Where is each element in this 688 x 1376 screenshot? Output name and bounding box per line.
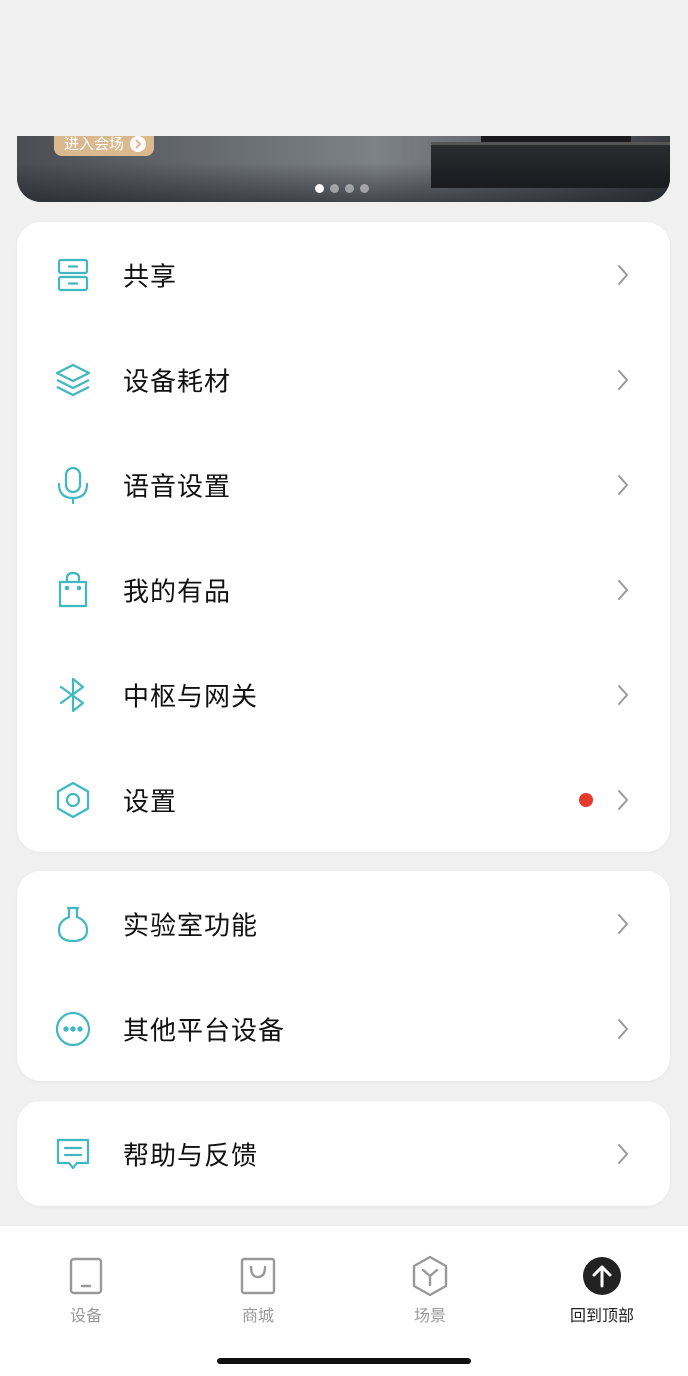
shop-bag-icon (238, 1256, 278, 1296)
menu-card-help: 帮助与反馈 (17, 1101, 670, 1206)
tab-label: 设备 (69, 1306, 102, 1325)
scene-cube-icon (410, 1255, 450, 1297)
share-drawer-icon (53, 255, 93, 295)
chevron-right-icon (615, 368, 631, 392)
device-icon (66, 1256, 106, 1296)
tab-devices[interactable]: 设备 (26, 1256, 146, 1326)
menu-card-labs: 实验室功能 其他平台设备 (17, 871, 670, 1081)
pagination-dot[interactable] (315, 184, 324, 193)
menu-item-my-youpin[interactable]: 我的有品 (17, 537, 670, 642)
menu-item-other-platform-devices[interactable]: 其他平台设备 (17, 976, 670, 1081)
menu-item-lab-features[interactable]: 实验室功能 (17, 871, 670, 976)
more-dots-icon (53, 1009, 93, 1049)
menu-item-hub-gateway[interactable]: 中枢与网关 (17, 642, 670, 747)
menu-item-voice-settings[interactable]: 语音设置 (17, 432, 670, 537)
menu-item-label: 我的有品 (123, 577, 232, 607)
banner-pagination (315, 184, 369, 193)
notification-badge (579, 792, 593, 807)
chevron-right-icon (615, 473, 631, 497)
menu-card-main: 共享 设备耗材 语音设置 我的有品 中枢与网关 设置 (17, 222, 670, 852)
chevron-right-icon (615, 788, 631, 812)
chevron-right-icon (130, 136, 147, 152)
menu-item-label: 设置 (123, 787, 178, 817)
menu-item-label: 实验室功能 (123, 911, 259, 941)
pagination-dot[interactable] (330, 184, 339, 193)
promo-banner[interactable]: 进入会场 (17, 136, 670, 202)
enter-venue-label: 进入会场 (64, 136, 125, 153)
flask-icon (53, 904, 93, 944)
tab-label: 回到顶部 (569, 1306, 634, 1325)
chevron-right-icon (615, 1017, 631, 1041)
menu-item-label: 共享 (123, 262, 178, 292)
menu-item-settings[interactable]: 设置 (17, 747, 670, 852)
enter-venue-button[interactable]: 进入会场 (54, 136, 155, 156)
feedback-message-icon (53, 1134, 93, 1174)
layers-icon (53, 360, 93, 400)
menu-item-label: 中枢与网关 (123, 682, 259, 712)
chevron-right-icon (615, 263, 631, 287)
menu-item-label: 设备耗材 (123, 367, 232, 397)
shopping-bag-icon (53, 570, 93, 610)
menu-item-label: 帮助与反馈 (123, 1141, 259, 1171)
menu-item-share[interactable]: 共享 (17, 222, 670, 327)
tab-scenes[interactable]: 场景 (370, 1255, 490, 1326)
microphone-icon (53, 465, 93, 505)
chevron-right-icon (615, 912, 631, 936)
pagination-dot[interactable] (360, 184, 369, 193)
tab-label: 场景 (413, 1306, 446, 1325)
menu-item-label: 语音设置 (123, 472, 232, 502)
menu-item-device-consumables[interactable]: 设备耗材 (17, 327, 670, 432)
bottom-tab-bar: 设备 商城 场景 回到顶部 (0, 1226, 688, 1376)
tab-back-to-top[interactable]: 回到顶部 (542, 1256, 662, 1326)
chevron-right-icon (615, 1142, 631, 1166)
home-indicator[interactable] (217, 1358, 471, 1364)
tab-label: 商城 (241, 1306, 274, 1325)
menu-item-help-feedback[interactable]: 帮助与反馈 (17, 1101, 670, 1206)
chevron-right-icon (615, 683, 631, 707)
menu-item-label: 其他平台设备 (123, 1016, 286, 1046)
pagination-dot[interactable] (345, 184, 354, 193)
chevron-right-icon (615, 578, 631, 602)
tab-store[interactable]: 商城 (198, 1256, 318, 1326)
hexagon-settings-icon (53, 780, 93, 820)
bluetooth-icon (53, 675, 93, 715)
back-to-top-icon (582, 1256, 622, 1296)
